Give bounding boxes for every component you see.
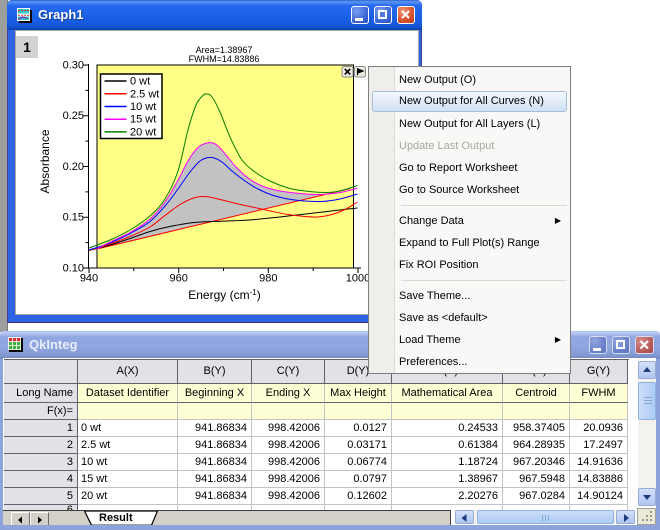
svg-text:1000: 1000: [346, 273, 370, 285]
svg-text:960: 960: [170, 273, 188, 285]
svg-text:2.5 wt: 2.5 wt: [130, 88, 159, 100]
svg-text:Absorbance: Absorbance: [38, 129, 52, 193]
svg-text:0 wt: 0 wt: [130, 76, 150, 88]
svg-text:980: 980: [259, 273, 277, 285]
svg-text:20 wt: 20 wt: [130, 126, 156, 138]
svg-text:0.25: 0.25: [63, 110, 84, 122]
svg-text:15 wt: 15 wt: [130, 114, 156, 126]
svg-text:Energy (cm-1): Energy (cm-1): [188, 288, 260, 302]
svg-text:0.20: 0.20: [63, 161, 84, 173]
svg-text:940: 940: [80, 273, 98, 285]
svg-text:0.30: 0.30: [63, 60, 84, 72]
svg-text:0.15: 0.15: [63, 212, 84, 224]
svg-text:10 wt: 10 wt: [130, 101, 156, 113]
